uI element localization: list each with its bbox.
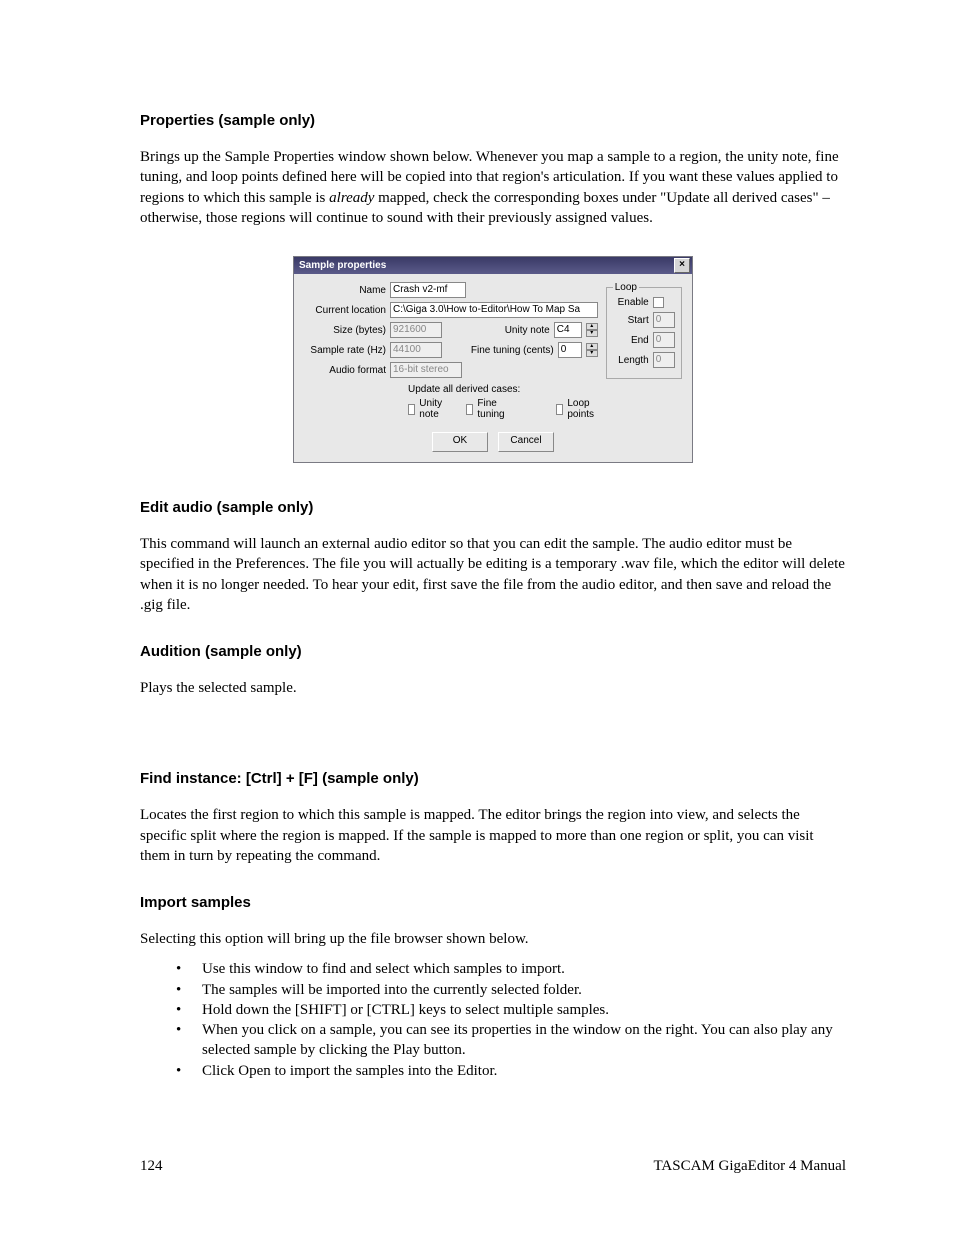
page-number: 124 bbox=[140, 1158, 163, 1175]
loop-legend: Loop bbox=[613, 282, 639, 293]
checkbox-loop-enable[interactable] bbox=[653, 297, 664, 308]
label-fine-tuning: Fine tuning (cents) bbox=[466, 345, 554, 356]
label-loop-length: Length bbox=[613, 355, 649, 366]
dialog-title: Sample properties bbox=[299, 260, 386, 271]
doc-title: TASCAM GigaEditor 4 Manual bbox=[653, 1158, 846, 1175]
text-properties: Brings up the Sample Properties window s… bbox=[140, 147, 846, 228]
label-loop-enable: Enable bbox=[613, 297, 649, 308]
input-fine-tuning[interactable]: 0 bbox=[558, 342, 582, 358]
label-update-all: Update all derived cases: bbox=[408, 384, 598, 395]
spinner-unity-note[interactable]: ▴▾ bbox=[586, 323, 598, 337]
label-loop-end: End bbox=[613, 335, 649, 346]
heading-edit-audio: Edit audio (sample only) bbox=[140, 499, 846, 516]
label-audio-format: Audio format bbox=[304, 365, 386, 376]
text-properties-em: already bbox=[329, 190, 374, 206]
list-item: The samples will be imported into the cu… bbox=[202, 980, 846, 1000]
input-name[interactable]: Crash v2-mf bbox=[390, 282, 466, 298]
heading-audition: Audition (sample only) bbox=[140, 643, 846, 660]
input-location[interactable]: C:\Giga 3.0\How to-Editor\How To Map Sa bbox=[390, 302, 598, 318]
input-loop-end: 0 bbox=[653, 332, 675, 348]
cancel-button[interactable]: Cancel bbox=[498, 432, 554, 452]
heading-import-samples: Import samples bbox=[140, 894, 846, 911]
loop-group: Loop Enable Start 0 End 0 bbox=[606, 282, 682, 379]
label-location: Current location bbox=[304, 305, 386, 316]
label-sample-rate: Sample rate (Hz) bbox=[304, 345, 386, 356]
list-item: Hold down the [SHIFT] or [CTRL] keys to … bbox=[202, 1000, 846, 1020]
sample-properties-dialog: Sample properties × Name Crash v2-mf Cur… bbox=[293, 256, 693, 463]
text-edit-audio: This command will launch an external aud… bbox=[140, 534, 846, 615]
label-loop-start: Start bbox=[613, 315, 649, 326]
import-bullets: Use this window to find and select which… bbox=[140, 959, 846, 1081]
checkbox-fine-tuning[interactable]: Fine tuning bbox=[466, 398, 508, 420]
text-find-instance: Locates the first region to which this s… bbox=[140, 805, 846, 866]
checkbox-unity-note[interactable]: Unity note bbox=[408, 398, 446, 420]
label-name: Name bbox=[304, 285, 386, 296]
checkbox-loop-points[interactable]: Loop points bbox=[556, 398, 598, 420]
input-unity-note[interactable]: C4 bbox=[554, 322, 582, 338]
list-item: When you click on a sample, you can see … bbox=[202, 1020, 846, 1061]
label-unity-note: Unity note bbox=[505, 325, 550, 336]
heading-find-instance: Find instance: [Ctrl] + [F] (sample only… bbox=[140, 770, 846, 787]
label-size: Size (bytes) bbox=[304, 325, 386, 336]
dialog-titlebar: Sample properties × bbox=[294, 257, 692, 274]
close-icon[interactable]: × bbox=[674, 258, 690, 273]
heading-properties: Properties (sample only) bbox=[140, 112, 846, 129]
input-size: 921600 bbox=[390, 322, 442, 338]
text-audition: Plays the selected sample. bbox=[140, 678, 846, 698]
list-item: Use this window to find and select which… bbox=[202, 959, 846, 979]
input-loop-length: 0 bbox=[653, 352, 675, 368]
input-sample-rate: 44100 bbox=[390, 342, 442, 358]
spinner-fine-tuning[interactable]: ▴▾ bbox=[586, 343, 598, 357]
input-loop-start: 0 bbox=[653, 312, 675, 328]
ok-button[interactable]: OK bbox=[432, 432, 488, 452]
text-import-samples: Selecting this option will bring up the … bbox=[140, 929, 846, 949]
list-item: Click Open to import the samples into th… bbox=[202, 1061, 846, 1081]
input-audio-format: 16-bit stereo bbox=[390, 362, 462, 378]
